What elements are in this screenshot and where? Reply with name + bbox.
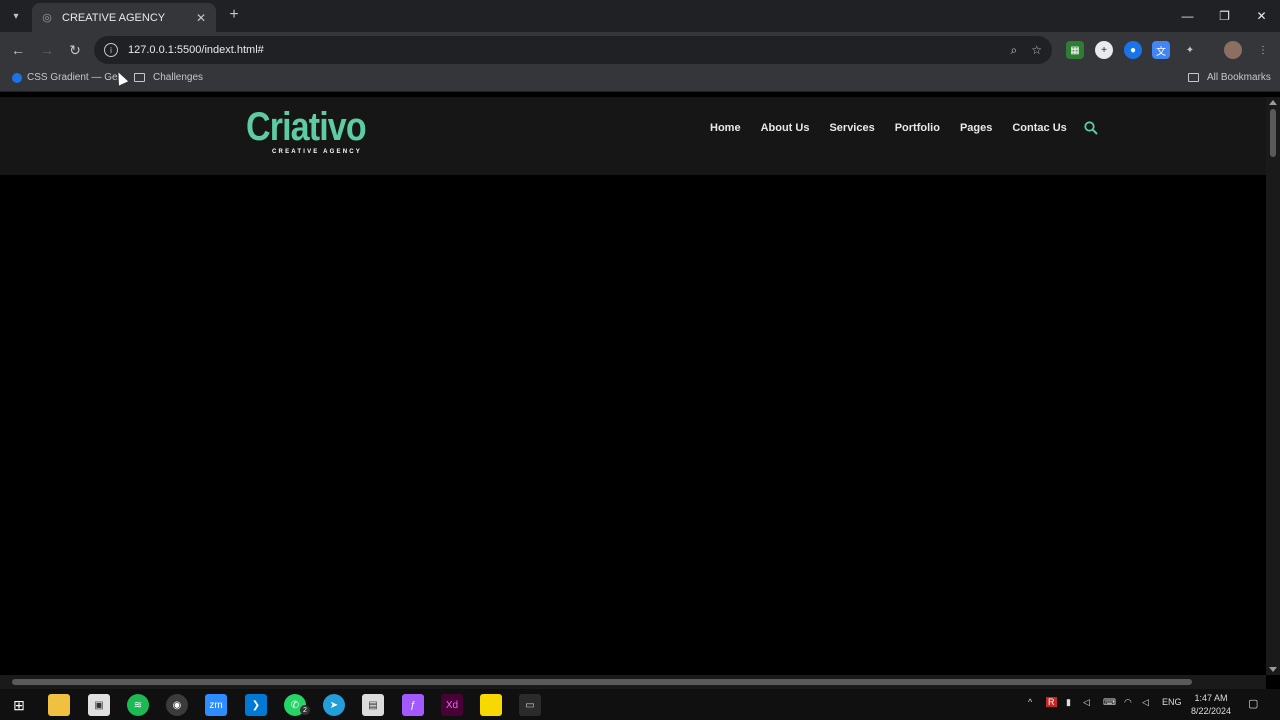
figma-icon[interactable]: ƒ (402, 694, 424, 716)
microphone-icon[interactable]: ▮ (1066, 697, 1071, 708)
terminal-icon[interactable]: ▭ (519, 694, 541, 716)
extension-plus-icon[interactable]: + (1095, 41, 1113, 59)
store-icon[interactable]: ▣ (88, 694, 110, 716)
search-icon[interactable] (1084, 121, 1098, 135)
bookmark-favicon-icon (12, 72, 22, 83)
site-logo[interactable]: Criativo CREATIVE AGENCY (246, 103, 378, 155)
nav-pages[interactable]: Pages (960, 122, 992, 134)
restore-icon[interactable]: ❐ (1206, 0, 1243, 32)
file-explorer-icon[interactable] (48, 694, 70, 716)
whatsapp-badge: 2 (300, 705, 310, 715)
system-clock[interactable]: 1:47 AM 8/22/2024 (1186, 692, 1236, 718)
speaker-icon[interactable]: ◁ (1083, 697, 1090, 708)
scroll-thumb[interactable] (12, 679, 1192, 685)
reload-icon[interactable]: ↻ (64, 39, 86, 61)
zoom-icon[interactable]: ⌕ (1011, 43, 1018, 58)
spotify-icon[interactable]: ≋ (127, 694, 149, 716)
extensions-puzzle-icon[interactable]: ✦ (1181, 41, 1199, 59)
logo-main-text: Criativo (246, 105, 367, 149)
zoom-app-icon[interactable]: zm (205, 694, 227, 716)
wifi-icon[interactable]: ◠ (1124, 697, 1132, 708)
extension-translate-icon[interactable]: 文 (1152, 41, 1170, 59)
tray-app-icon[interactable]: R (1046, 697, 1057, 707)
browser-tab[interactable]: ◎ CREATIVE AGENCY ✕ (32, 3, 216, 32)
globe-icon: ◎ (42, 12, 52, 24)
close-window-icon[interactable]: ✕ (1243, 0, 1280, 32)
site-header: Criativo CREATIVE AGENCY Home About Us S… (0, 97, 1266, 175)
tab-title: CREATIVE AGENCY (62, 11, 166, 24)
language-indicator[interactable]: ENG (1162, 697, 1182, 707)
vscode-icon[interactable]: ❯ (245, 694, 267, 716)
folder-icon (134, 73, 145, 82)
scroll-down-arrow-icon[interactable] (1269, 667, 1277, 672)
all-bookmarks-label: All Bookmarks (1207, 72, 1271, 83)
menu-dots-icon[interactable]: ⋮ (1254, 41, 1272, 59)
volume-icon[interactable]: ◁ (1142, 697, 1149, 708)
nav-contact-us[interactable]: Contac Us (1012, 122, 1066, 134)
bookmark-css-gradient[interactable]: CSS Gradient — Ge... (12, 72, 126, 83)
new-tab-icon[interactable]: + (224, 5, 244, 25)
notepad-icon[interactable]: ▤ (362, 694, 384, 716)
bookmark-label: Challenges (153, 72, 204, 83)
close-tab-icon[interactable]: ✕ (194, 11, 208, 25)
windows-start-icon[interactable]: ⊞ (8, 694, 30, 716)
nav-portfolio[interactable]: Portfolio (895, 122, 940, 134)
url-text: 127.0.0.1:5500/indext.html# (128, 44, 264, 56)
forward-icon[interactable]: → (36, 39, 58, 61)
windows-taskbar: ⊞ ▣ ≋ ◉ zm ❯ ✆ 2 ➤ ▤ ƒ Xd ▭ ^ R ▮ ◁ ⌨ ◠ … (0, 689, 1280, 720)
all-bookmarks[interactable]: All Bookmarks (1188, 72, 1271, 83)
tray-chevron-icon[interactable]: ^ (1028, 697, 1032, 707)
telegram-icon[interactable]: ➤ (323, 694, 345, 716)
chrome-icon[interactable]: ◉ (166, 694, 188, 716)
scroll-thumb[interactable] (1270, 109, 1276, 157)
adobe-xd-icon[interactable]: Xd (441, 694, 463, 716)
clock-date: 8/22/2024 (1190, 706, 1232, 716)
web-page: Criativo CREATIVE AGENCY Home About Us S… (0, 97, 1266, 675)
main-nav: Home About Us Services Portfolio Pages C… (700, 122, 1077, 134)
address-bar[interactable]: i 127.0.0.1:5500/indext.html# ⌕ ☆ (94, 36, 1052, 64)
screen: ▾ ◎ CREATIVE AGENCY ✕ + — ❐ ✕ ← → ↻ i 12… (0, 0, 1280, 720)
site-info-icon[interactable]: i (104, 43, 118, 57)
notifications-icon[interactable]: ▢ (1248, 697, 1258, 710)
extension-sheets-icon[interactable]: ▦ (1066, 41, 1084, 59)
extension-blue-icon[interactable]: ● (1124, 41, 1142, 59)
bookmark-label: CSS Gradient — Ge... (27, 72, 126, 83)
scroll-up-arrow-icon[interactable] (1269, 100, 1277, 105)
minimize-icon[interactable]: — (1169, 0, 1206, 32)
browser-tab-bar: ▾ ◎ CREATIVE AGENCY ✕ + — ❐ ✕ (0, 0, 1280, 32)
input-method-icon[interactable]: ⌨ (1103, 697, 1116, 708)
nav-about-us[interactable]: About Us (761, 122, 810, 134)
bookmark-challenges[interactable]: Challenges (134, 72, 203, 83)
vertical-scrollbar[interactable] (1266, 97, 1280, 675)
hero-section (0, 175, 1266, 675)
sticky-notes-icon[interactable] (480, 694, 502, 716)
bookmark-star-icon[interactable]: ☆ (1031, 43, 1042, 57)
horizontal-scrollbar[interactable] (0, 675, 1266, 689)
window-controls: — ❐ ✕ (1169, 0, 1280, 32)
back-icon[interactable]: ← (7, 39, 29, 61)
clock-time: 1:47 AM (1194, 693, 1228, 703)
nav-services[interactable]: Services (829, 122, 874, 134)
nav-home[interactable]: Home (710, 122, 741, 134)
browser-toolbar: ← → ↻ i 127.0.0.1:5500/indext.html# ⌕ ☆ … (0, 32, 1280, 68)
profile-avatar[interactable] (1224, 41, 1242, 59)
tab-search-icon[interactable]: ▾ (6, 6, 26, 26)
bookmarks-bar: CSS Gradient — Ge... Challenges All Book… (0, 68, 1280, 92)
folder-icon (1188, 73, 1199, 82)
